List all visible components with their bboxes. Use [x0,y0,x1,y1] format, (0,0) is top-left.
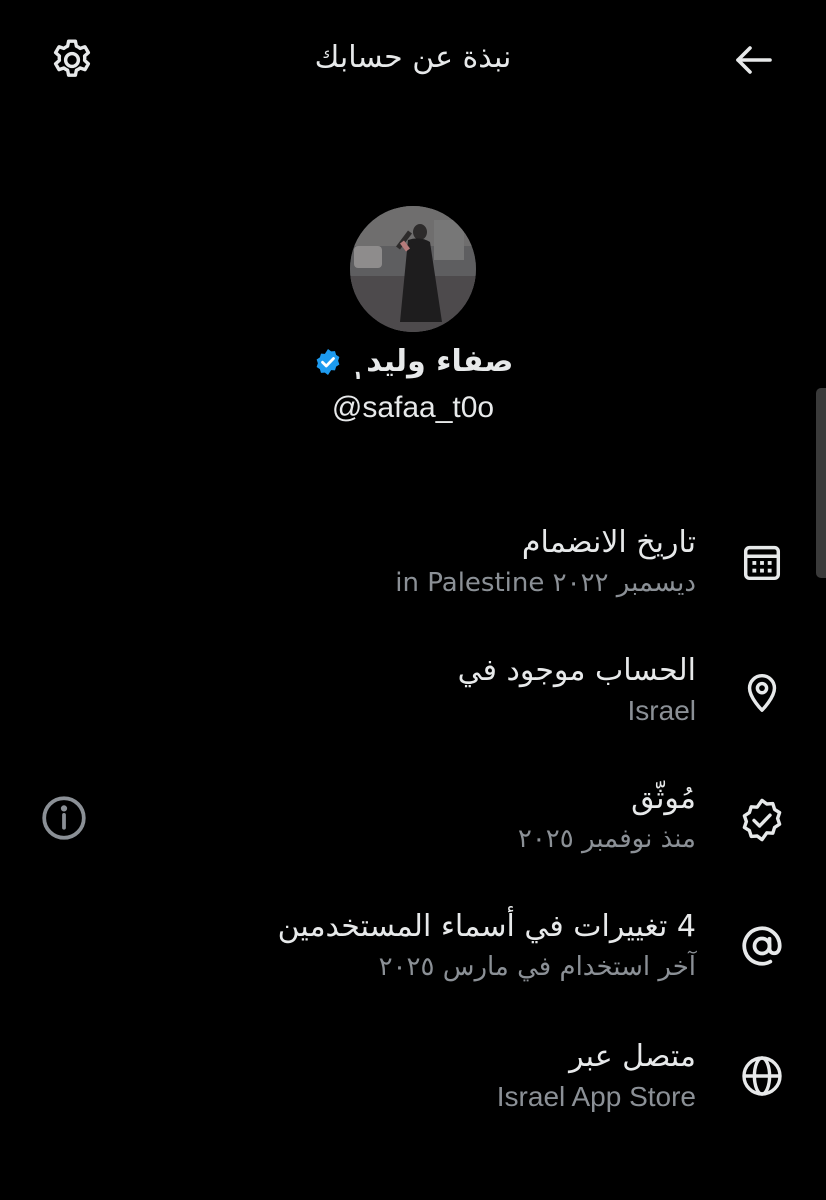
info-row-verified: مُوثّق منذ نوفمبر ٢٠٢٥ [0,778,826,888]
info-button[interactable] [38,792,90,844]
info-subtitle: Israel App Store [496,1081,696,1112]
display-name: صفاء وليد ٖ [348,344,514,379]
top-bar: نبذة عن حسابك [0,0,826,120]
back-button[interactable] [726,32,782,88]
info-title: تاريخ الانضمام [521,525,696,560]
info-row-location: الحساب موجود في Israel [0,650,826,760]
info-title: مُوثّق [631,781,696,816]
username-handle: @safaa_t0o [331,391,495,424]
calendar-icon [734,534,790,590]
page-title: نبذة عن حسابك [314,40,512,75]
info-title: 4 تغييرات في أسماء المستخدمين [277,909,696,944]
info-row-connected-via: متصل عبر Israel App Store [0,1036,826,1146]
scrollbar[interactable] [816,388,826,578]
info-subtitle: Israel [627,695,696,726]
info-title: متصل عبر [569,1039,696,1074]
info-subtitle: منذ نوفمبر ٢٠٢٥ [517,824,696,854]
verified-badge-icon [316,349,340,375]
name-row: صفاء وليد ٖ [0,340,826,384]
avatar-photo [350,206,476,332]
info-subtitle: آخر استخدام في مارس ٢٠٢٥ [378,952,696,982]
verified-badge-icon [734,792,790,848]
info-row-joined: تاريخ الانضمام ديسمبر ٢٠٢٢ in Palestine [0,522,826,632]
info-row-username-changes: 4 تغييرات في أسماء المستخدمين آخر استخدا… [0,906,826,1016]
location-pin-icon [734,664,790,720]
info-title: الحساب موجود في [457,653,696,688]
info-circle-icon [42,796,86,840]
avatar[interactable] [350,206,476,332]
globe-icon [734,1048,790,1104]
arrow-left-icon [736,46,772,74]
info-subtitle: ديسمبر ٢٠٢٢ in Palestine [395,568,696,598]
at-sign-icon [734,918,790,974]
